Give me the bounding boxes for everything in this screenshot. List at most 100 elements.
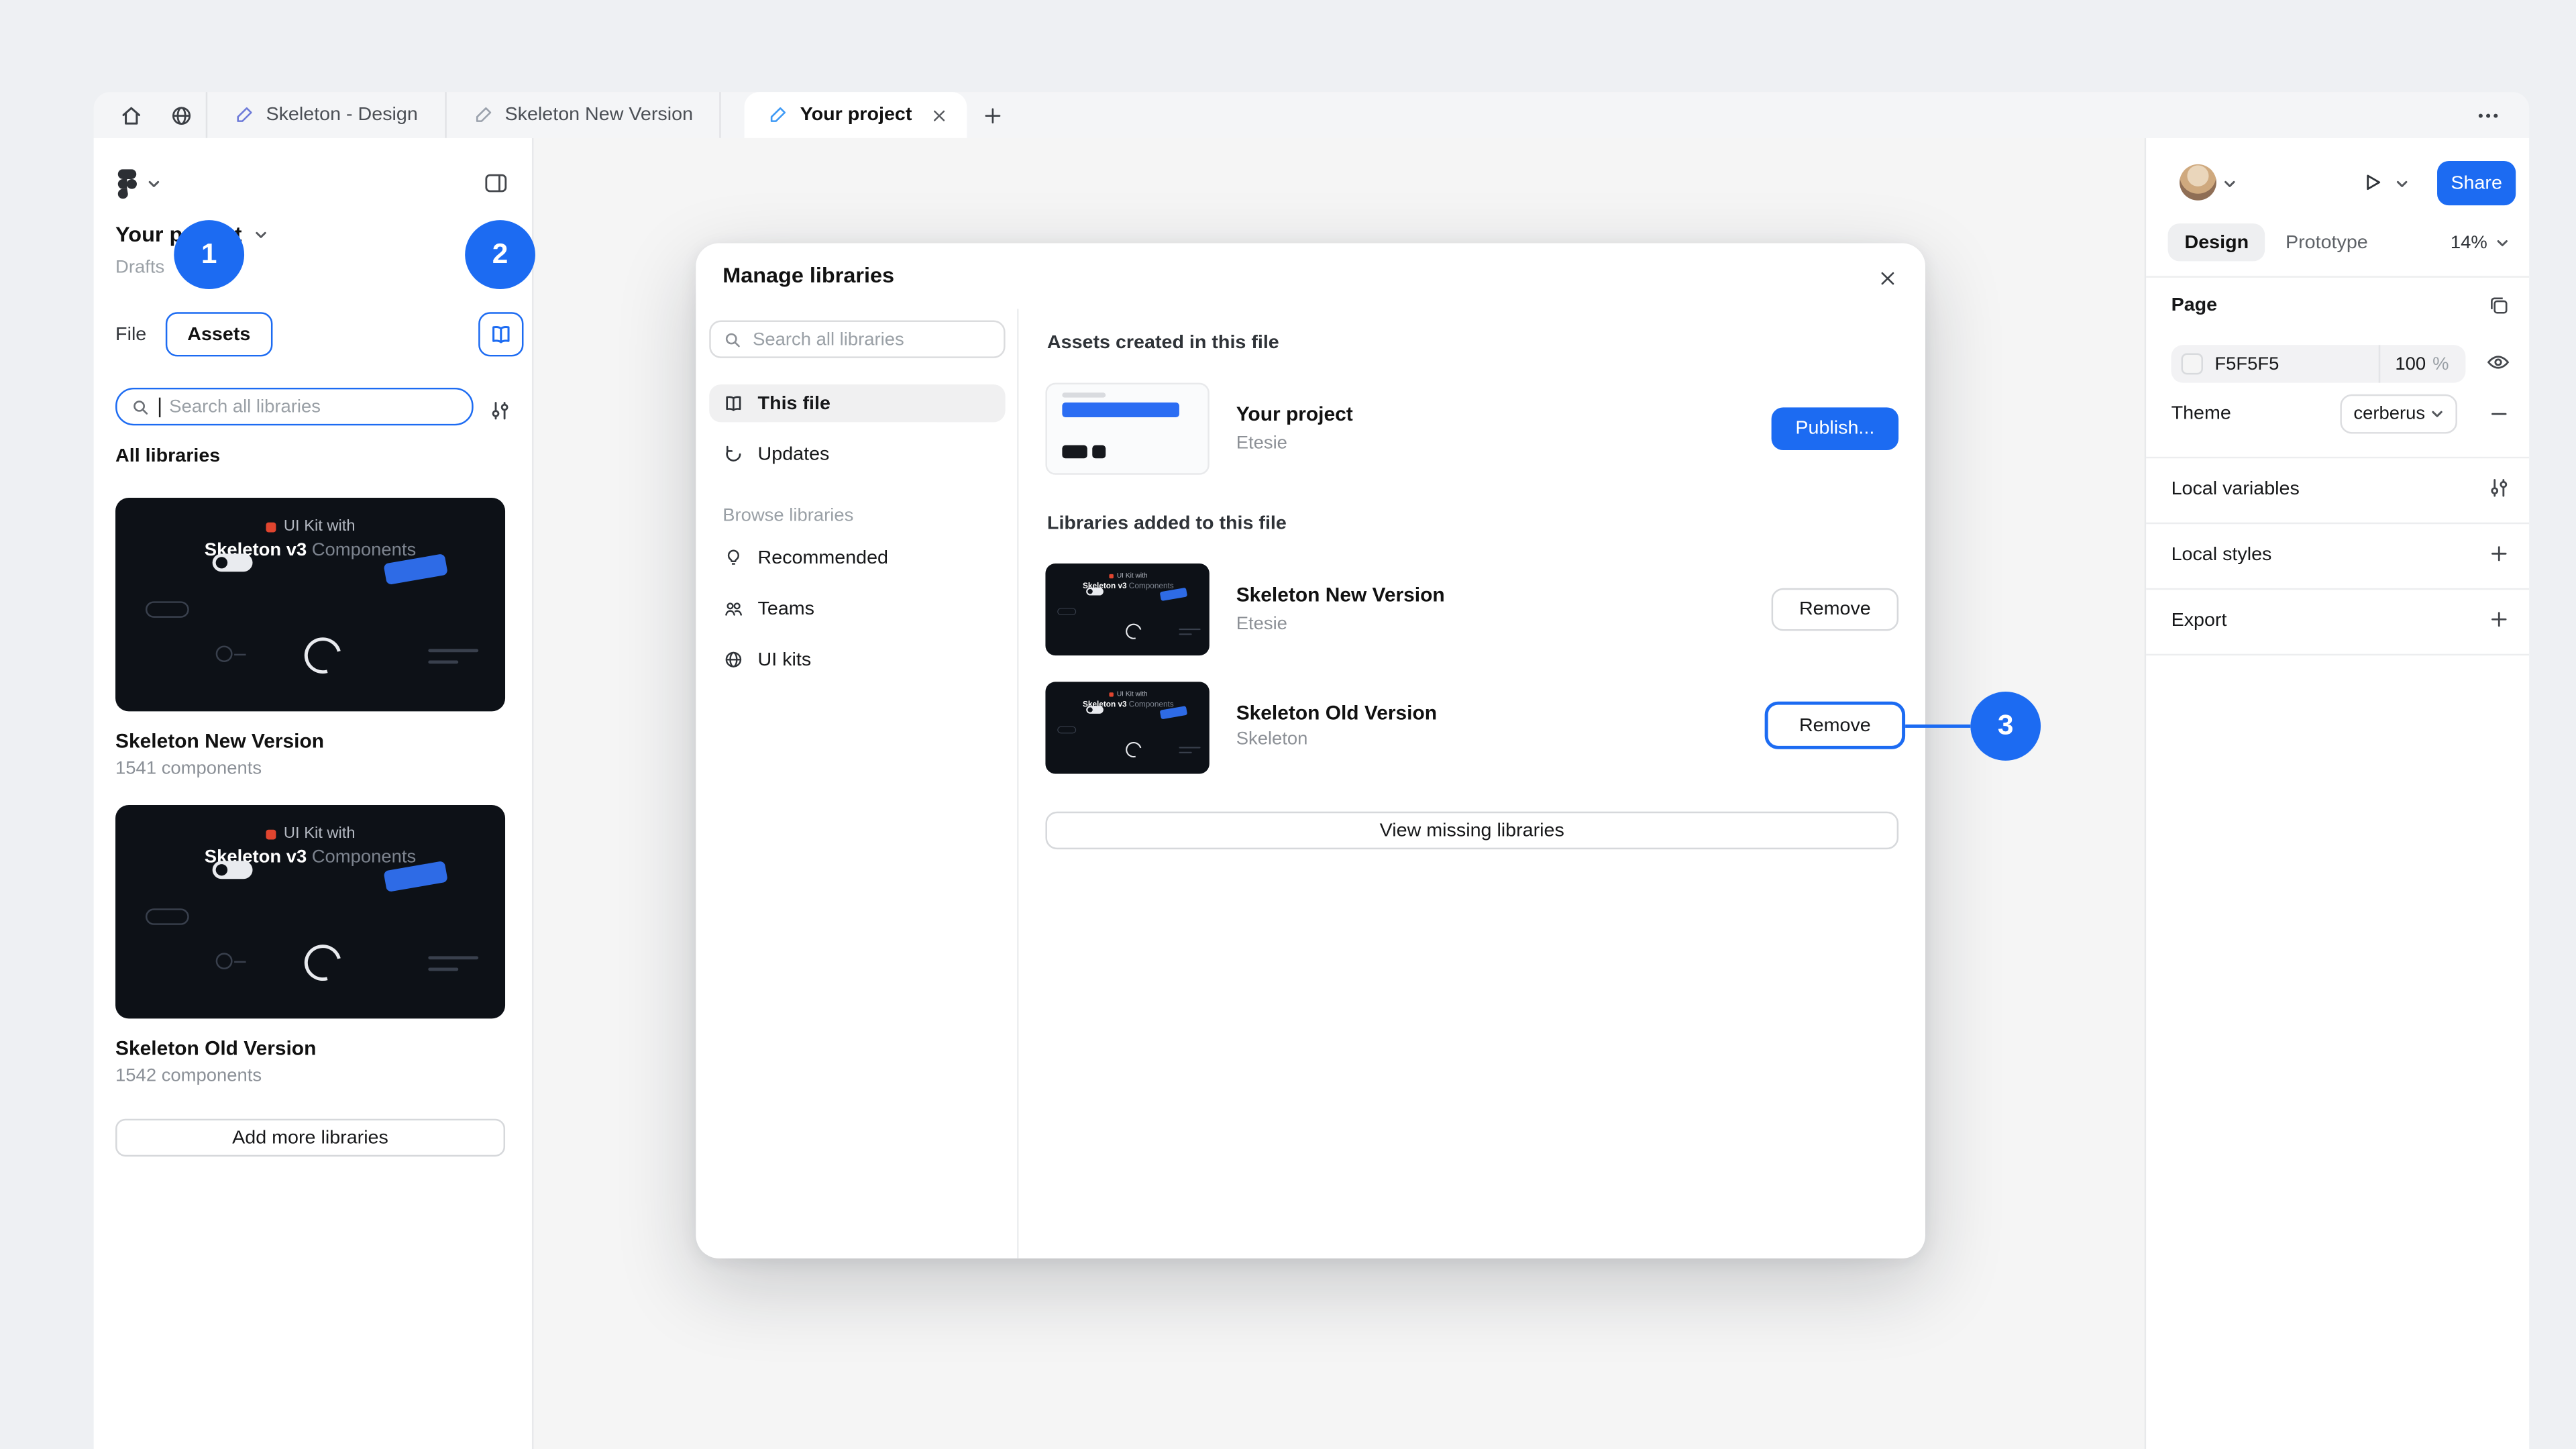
theme-label: Theme: [2171, 404, 2231, 423]
kit-title: Skeleton v3Components: [115, 848, 505, 867]
close-dialog-button[interactable]: [1870, 261, 1904, 294]
kit-title-sub: Components: [312, 541, 417, 560]
nav-updates[interactable]: Updates: [709, 435, 1005, 473]
account-avatar[interactable]: [2180, 164, 2216, 201]
share-button[interactable]: Share: [2437, 161, 2516, 205]
library-card-thumbnail: UI Kit with Skeleton v3Components: [115, 498, 505, 711]
nav-label: Recommended: [758, 548, 888, 568]
divider: [2146, 654, 2529, 655]
library-thumbnail: UI Kit with Skeleton v3Components: [1045, 564, 1209, 655]
publish-button[interactable]: Publish...: [1772, 407, 1899, 450]
ui-kit-thumbnail-art: UI Kit with Skeleton v3Components: [1045, 564, 1209, 655]
kit-badge: UI Kit with: [115, 824, 505, 843]
nav-ui-kits[interactable]: UI kits: [709, 641, 1005, 678]
thumb-decoration: [1085, 588, 1103, 596]
thumb-decoration: [1178, 747, 1199, 753]
thumb-decoration: [1057, 608, 1075, 615]
toggle-sidebar-button[interactable]: [484, 171, 508, 196]
library-card-thumbnail: UI Kit with Skeleton v3Components: [115, 805, 505, 1018]
plus-icon: [2487, 542, 2511, 565]
mode-tabs: Design Prototype: [2168, 223, 2368, 261]
view-missing-libraries-button[interactable]: View missing libraries: [1045, 812, 1898, 849]
add-more-libraries-button[interactable]: Add more libraries: [115, 1119, 505, 1157]
present-button[interactable]: [2360, 171, 2383, 194]
nav-label: UI kits: [758, 650, 812, 669]
local-variables-label: Local variables: [2171, 480, 2300, 499]
kit-logo-icon: [1108, 692, 1112, 696]
design-file-icon: [473, 105, 493, 125]
people-icon: [722, 598, 744, 619]
minus-icon: [2487, 402, 2511, 425]
tab-skeleton-new-version[interactable]: Skeleton New Version: [445, 92, 722, 138]
design-file-icon: [768, 105, 788, 125]
library-title: Skeleton Old Version: [1236, 702, 1437, 724]
kit-badge-text: UI Kit with: [1116, 690, 1147, 698]
add-export-button[interactable]: [2487, 608, 2511, 631]
tab-skeleton-design[interactable]: Skeleton - Design: [206, 92, 445, 138]
visibility-toggle[interactable]: [2485, 350, 2510, 375]
home-button[interactable]: [105, 92, 156, 138]
kit-title-sub: Components: [1128, 582, 1173, 591]
remove-library-button-highlighted[interactable]: Remove: [1765, 702, 1905, 749]
tab-your-project[interactable]: Your project: [745, 92, 967, 138]
libraries-button[interactable]: [478, 312, 523, 356]
add-style-button[interactable]: [2487, 542, 2511, 565]
chevron-down-icon: [254, 227, 267, 241]
lightbulb-icon: [722, 547, 744, 569]
thumb-decoration: [213, 553, 253, 572]
book-icon: [488, 322, 513, 347]
annotation-badge-2: 2: [465, 220, 535, 289]
library-card-name: Skeleton Old Version: [115, 1036, 505, 1059]
libraries-added-heading: Libraries added to this file: [1047, 515, 1287, 534]
present-options-chevron[interactable]: [2396, 177, 2409, 191]
library-owner: Skeleton: [1236, 729, 1308, 749]
adjust-filters-icon: [488, 399, 512, 422]
divider: [2146, 276, 2529, 277]
nav-this-file[interactable]: This file: [709, 384, 1005, 422]
tab-assets[interactable]: Assets: [166, 312, 272, 356]
library-card-meta: 1542 components: [115, 1066, 505, 1085]
account-chevron-icon[interactable]: [2223, 177, 2237, 191]
tab-label: Your project: [800, 105, 912, 125]
close-tab-button[interactable]: [924, 100, 954, 129]
thumb-decoration: [1092, 445, 1106, 459]
remove-library-button[interactable]: Remove: [1772, 588, 1899, 631]
dialog-title: Manage libraries: [722, 263, 894, 288]
library-card[interactable]: UI Kit with Skeleton v3Components Skelet…: [115, 498, 505, 779]
thumb-decoration: [1062, 392, 1106, 397]
kit-title-sub: Components: [1128, 700, 1173, 709]
pages-icon: [2487, 294, 2511, 317]
community-button[interactable]: [156, 92, 206, 138]
close-icon: [930, 106, 948, 124]
zoom-control[interactable]: 14%: [2451, 223, 2509, 261]
chevron-down-icon: [2430, 407, 2444, 421]
tab-file[interactable]: File: [115, 312, 146, 356]
annotation-badge-1: 1: [174, 220, 244, 289]
main-menu-button[interactable]: [117, 169, 161, 199]
tab-design[interactable]: Design: [2168, 223, 2265, 261]
new-tab-button[interactable]: [967, 92, 1018, 138]
theme-select[interactable]: cerberus: [2340, 394, 2457, 434]
asset-title: Your project: [1236, 402, 1353, 425]
page-color-hex[interactable]: F5F5F5: [2214, 354, 2378, 374]
page-color-field[interactable]: F5F5F5 100 %: [2171, 345, 2466, 382]
opacity-value[interactable]: 100: [2395, 354, 2426, 374]
dialog-search-input[interactable]: [753, 329, 992, 349]
more-options-button[interactable]: [2462, 92, 2512, 138]
thumb-decoration: [428, 649, 478, 663]
filter-libraries-button[interactable]: [488, 399, 512, 422]
nav-recommended[interactable]: Recommended: [709, 539, 1005, 576]
library-search: [115, 388, 474, 425]
tab-prototype[interactable]: Prototype: [2286, 233, 2368, 252]
nav-teams[interactable]: Teams: [709, 590, 1005, 627]
kit-badge: UI Kit with: [115, 517, 505, 535]
library-card[interactable]: UI Kit with Skeleton v3Components Skelet…: [115, 805, 505, 1086]
library-card-meta: 1541 components: [115, 759, 505, 778]
library-search-input[interactable]: [169, 396, 458, 416]
thumb-decoration: [1122, 621, 1144, 642]
pages-button[interactable]: [2487, 294, 2511, 317]
play-icon: [2360, 171, 2383, 194]
remove-theme-button[interactable]: [2487, 402, 2511, 425]
color-swatch[interactable]: [2182, 354, 2203, 375]
open-variables-button[interactable]: [2487, 476, 2511, 499]
